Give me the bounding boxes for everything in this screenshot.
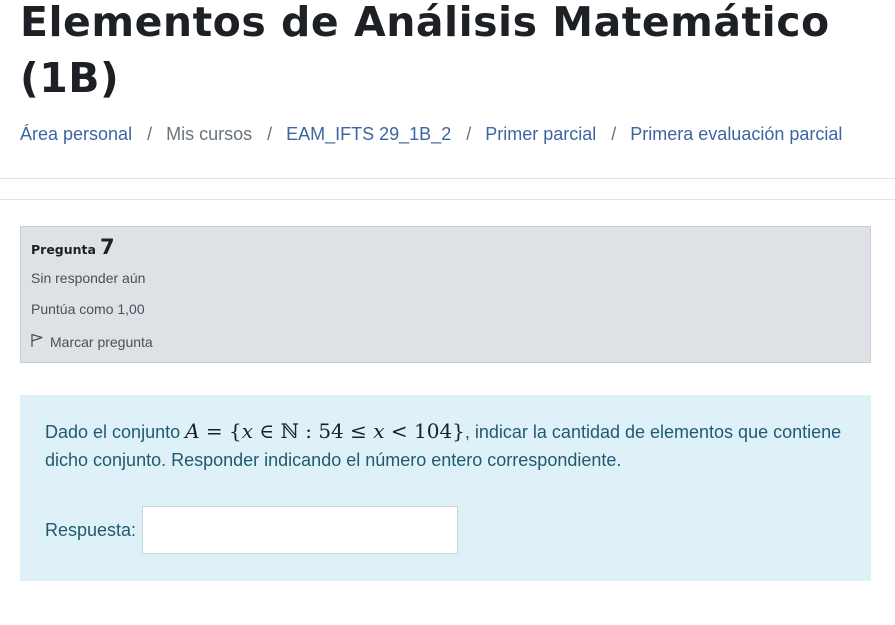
math-set-name: A xyxy=(185,419,200,443)
breadcrumb-item-quiz[interactable]: Primera evaluación parcial xyxy=(630,124,842,145)
breadcrumb-separator: / xyxy=(267,123,273,144)
breadcrumb: Área personal / Mis cursos / EAM_IFTS 29… xyxy=(20,122,842,146)
breadcrumb-separator: / xyxy=(147,123,153,144)
math-variable: x xyxy=(373,419,385,443)
page-title: Elementos de Análisis Matemático (1B) xyxy=(20,0,830,102)
flag-question-label: Marcar pregunta xyxy=(50,334,153,350)
content-divider xyxy=(0,199,895,200)
math-open-brace: = { xyxy=(199,419,242,443)
question-state: Sin responder aún xyxy=(31,270,146,286)
question-info-panel: Pregunta 7 Sin responder aún Puntúa como… xyxy=(20,226,871,363)
breadcrumb-item-mis-cursos: Mis cursos xyxy=(166,123,253,144)
math-element-of: ∈ xyxy=(253,419,281,443)
question-number: 7 xyxy=(99,235,115,259)
question-heading: Pregunta 7 xyxy=(31,235,115,259)
breadcrumb-separator: / xyxy=(611,123,617,144)
math-lower-bound: : 54 ≤ xyxy=(298,419,374,443)
math-naturals: ℕ xyxy=(280,419,299,443)
breadcrumb-item-area-personal[interactable]: Área personal xyxy=(20,124,132,145)
answer-input[interactable] xyxy=(142,506,459,554)
set-expression: A = {x ∈ ℕ : 54 ≤ x < 104} xyxy=(185,419,465,443)
breadcrumb-separator: / xyxy=(466,123,472,144)
flag-question-button[interactable]: Marcar pregunta xyxy=(30,333,153,351)
breadcrumb-item-course[interactable]: EAM_IFTS 29_1B_2 xyxy=(286,124,451,145)
question-label: Pregunta xyxy=(31,242,96,257)
question-formulation: Dado el conjunto A = {x ∈ ℕ : 54 ≤ x < 1… xyxy=(20,395,871,581)
question-text: Dado el conjunto A = {x ∈ ℕ : 54 ≤ x < 1… xyxy=(45,417,845,474)
answer-row: Respuesta: xyxy=(45,506,459,554)
breadcrumb-item-section[interactable]: Primer parcial xyxy=(485,124,596,145)
math-variable: x xyxy=(241,419,254,443)
header-divider xyxy=(0,178,895,179)
question-text-intro: Dado el conjunto xyxy=(45,422,186,442)
flag-icon xyxy=(30,333,50,351)
question-grade: Puntúa como 1,00 xyxy=(31,301,145,317)
answer-label: Respuesta: xyxy=(45,519,137,540)
math-upper-bound: < 104} xyxy=(384,419,465,443)
